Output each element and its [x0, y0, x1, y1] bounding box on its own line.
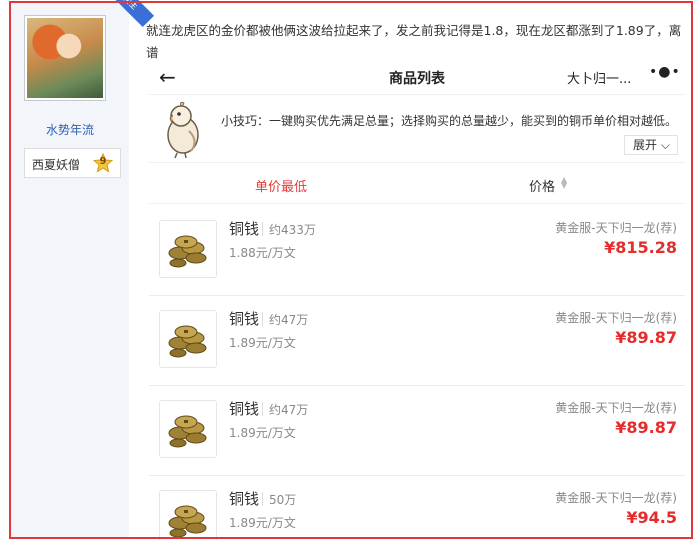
highlight-frame: [9, 1, 693, 539]
